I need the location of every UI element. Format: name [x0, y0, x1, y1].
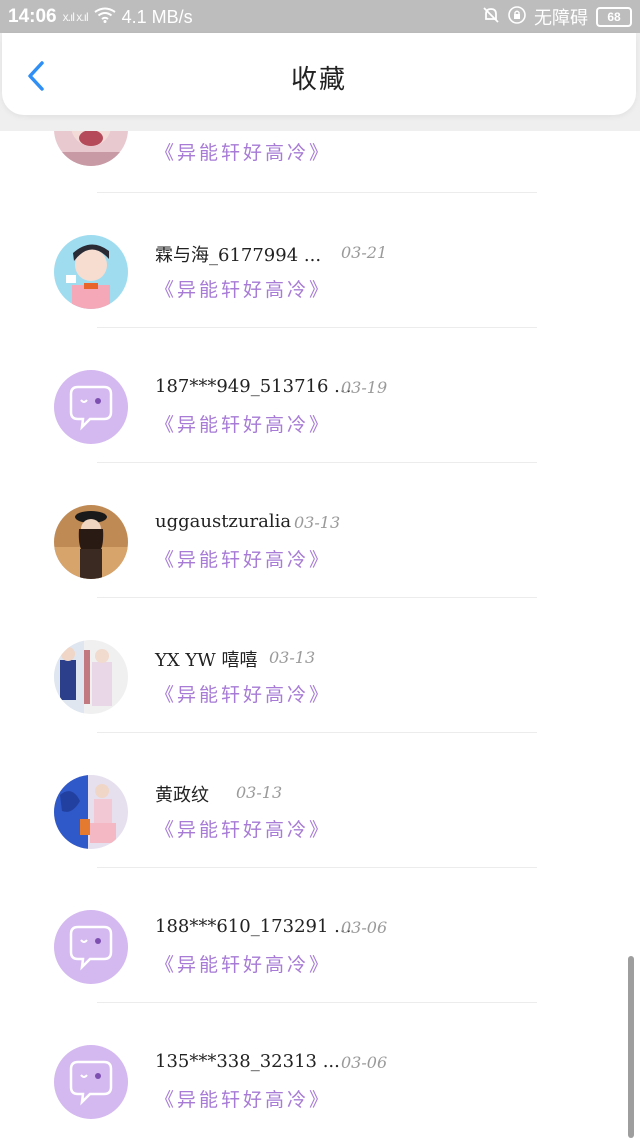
lock-icon [508, 5, 526, 29]
avatar [54, 910, 128, 984]
item-username: 187***949_513716 ... [155, 376, 352, 397]
avatar [54, 505, 128, 579]
divider [97, 732, 537, 733]
item-title: 《异能轩好高冷》 [155, 954, 332, 976]
status-time: 14:06 [8, 6, 57, 27]
item-username: YX YW 嘻嘻 [155, 650, 258, 671]
item-title: 《异能轩好高冷》 [155, 142, 332, 164]
chat-bubble-icon [54, 910, 128, 984]
chat-bubble-icon [54, 370, 128, 444]
accessibility-label: 无障碍 [534, 8, 588, 28]
divider [97, 867, 537, 868]
item-username: 188***610_173291 ... [155, 916, 352, 937]
item-title: 《异能轩好高冷》 [155, 414, 332, 436]
divider [97, 327, 537, 328]
status-left: 14:06 x.ıl x.ıl 4.1 MB/s [8, 5, 193, 29]
item-title: 《异能轩好高冷》 [155, 819, 332, 841]
scrollbar[interactable] [628, 956, 634, 1138]
status-bar: 14:06 x.ıl x.ıl 4.1 MB/s 无障碍 68 [0, 0, 640, 33]
divider [97, 462, 537, 463]
list-item[interactable]: 黄政纹 03-13 《异能轩好高冷》 [0, 737, 640, 872]
divider [97, 1002, 537, 1003]
list-item[interactable]: uggaustzuralia 03-13 《异能轩好高冷》 [0, 467, 640, 602]
bell-muted-icon [482, 6, 500, 29]
list-item[interactable]: 霖与海_6177994 ... 03-21 《异能轩好高冷》 [0, 197, 640, 332]
item-username: 黄政纹 [155, 785, 209, 806]
item-title: 《异能轩好高冷》 [155, 279, 332, 301]
divider [97, 597, 537, 598]
favorites-list[interactable]: 《异能轩好高冷》 霖与海_6177994 ... 03-21 《异能轩好高冷》 … [0, 131, 640, 1138]
item-date: 03-13 [236, 783, 283, 802]
avatar [54, 640, 128, 714]
network-speed: 4.1 MB/s [121, 6, 193, 27]
avatar [54, 131, 128, 166]
avatar [54, 775, 128, 849]
list-item[interactable]: 188***610_173291 ... 03-06 《异能轩好高冷》 [0, 872, 640, 1007]
item-date: 03-21 [341, 243, 388, 262]
list-item[interactable]: 《异能轩好高冷》 [0, 131, 640, 197]
list-item[interactable]: YX YW 嘻嘻 03-13 《异能轩好高冷》 [0, 602, 640, 737]
divider [97, 192, 537, 193]
avatar [54, 1045, 128, 1119]
item-date: 03-06 [341, 918, 388, 937]
page-title: 收藏 [290, 65, 347, 95]
status-right: 无障碍 68 [482, 5, 632, 29]
wifi-icon [94, 7, 116, 28]
battery-icon: 68 [596, 7, 632, 27]
signal-icon: x.ıl x.ıl [62, 10, 89, 24]
avatar [54, 370, 128, 444]
item-username: 135***338_32313 ... [155, 1051, 340, 1072]
list-item[interactable]: 135***338_32313 ... 03-06 《异能轩好高冷》 [0, 1007, 640, 1138]
header-card: 收藏 [2, 33, 636, 115]
item-date: 03-13 [269, 648, 316, 667]
item-date: 03-19 [341, 378, 388, 397]
item-title: 《异能轩好高冷》 [155, 549, 332, 571]
header-bar: 收藏 [0, 33, 640, 131]
item-title: 《异能轩好高冷》 [155, 684, 332, 706]
list-item[interactable]: 187***949_513716 ... 03-19 《异能轩好高冷》 [0, 332, 640, 467]
item-date: 03-06 [341, 1053, 388, 1072]
item-username: 霖与海_6177994 ... [155, 245, 322, 266]
chat-bubble-icon [54, 1045, 128, 1119]
item-username: uggaustzuralia [155, 511, 292, 532]
item-date: 03-13 [294, 513, 341, 532]
avatar [54, 235, 128, 309]
item-title: 《异能轩好高冷》 [155, 1089, 332, 1111]
